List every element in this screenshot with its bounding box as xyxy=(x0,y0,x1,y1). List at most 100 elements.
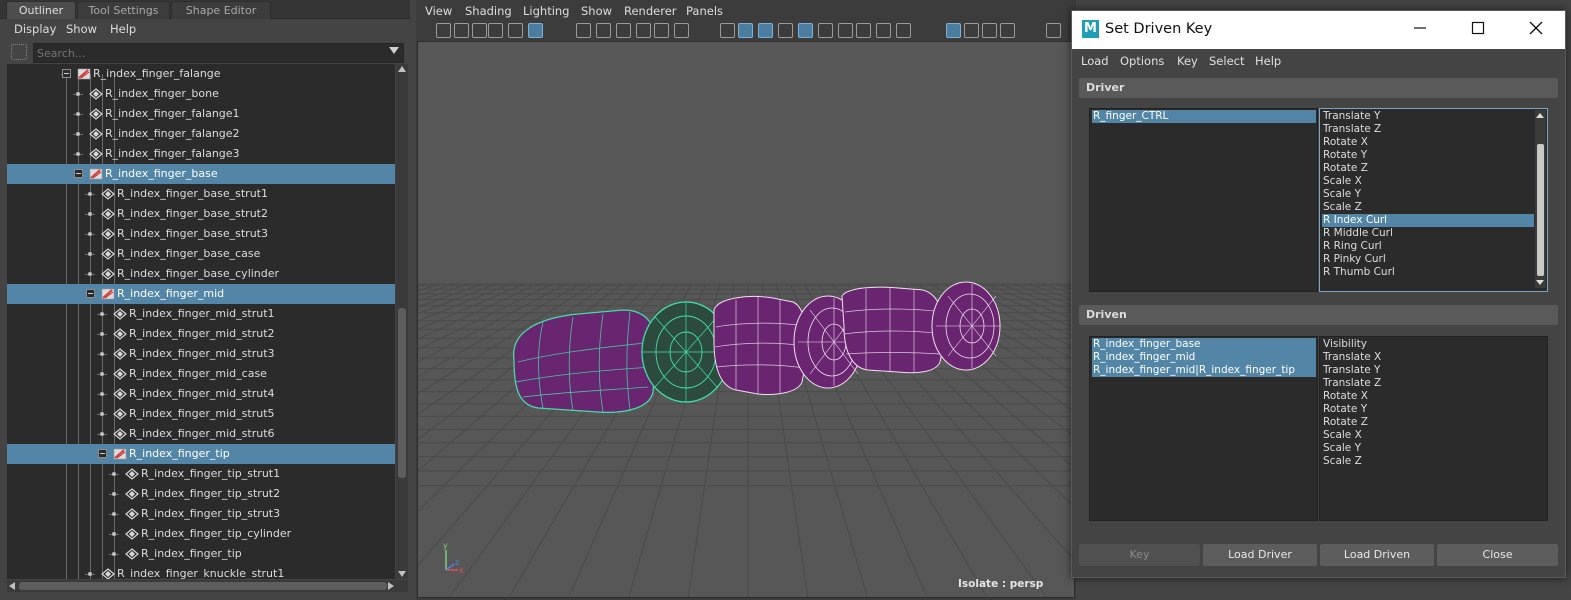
close-icon[interactable] xyxy=(1528,20,1544,36)
menu-options[interactable]: Options xyxy=(1120,54,1164,68)
grid-icon[interactable] xyxy=(528,23,543,38)
outliner-mesh-row[interactable]: R_index_finger_base_case xyxy=(7,244,395,264)
outliner-mesh-row[interactable]: R_index_finger_mid_case xyxy=(7,364,395,384)
outliner-mesh-row[interactable]: R_index_finger_mid_strut3 xyxy=(7,344,395,364)
driven-object-item[interactable]: R_index_finger_mid xyxy=(1092,351,1316,364)
wireframe-icon[interactable] xyxy=(720,23,735,38)
tab-shape-editor[interactable]: Shape Editor xyxy=(171,1,271,19)
viewport-3d-canvas[interactable]: y x z xyxy=(417,41,1075,598)
image-plane-icon[interactable] xyxy=(488,23,503,38)
driven-object-item[interactable]: R_index_finger_base xyxy=(1092,338,1316,351)
collapse-toggle-icon[interactable] xyxy=(74,169,83,178)
driven-attribute-item[interactable]: Translate Z xyxy=(1322,377,1546,390)
outliner-mesh-row[interactable]: R_index_finger_base_strut2 xyxy=(7,204,395,224)
outliner-mesh-row[interactable]: R_index_finger_falange1 xyxy=(7,104,395,124)
safe-title-icon[interactable] xyxy=(674,23,689,38)
xray-components-icon[interactable] xyxy=(1000,23,1015,38)
driven-attribute-item[interactable]: Translate Y xyxy=(1322,364,1546,377)
finger-base-segment[interactable] xyxy=(841,286,945,374)
outliner-mesh-row[interactable]: R_index_finger_mid_strut1 xyxy=(7,304,395,324)
tab-outliner[interactable]: Outliner xyxy=(6,1,76,19)
driven-attribute-item[interactable]: Scale Z xyxy=(1322,455,1546,468)
gate-mask-icon[interactable] xyxy=(616,23,631,38)
outliner-mesh-row[interactable]: R_index_finger_base_strut1 xyxy=(7,184,395,204)
driver-attribute-item[interactable]: R Pinky Curl xyxy=(1322,253,1534,266)
xray-joints-icon[interactable] xyxy=(982,23,997,38)
menu-show[interactable]: Show xyxy=(66,22,97,36)
driver-attribute-item[interactable]: Translate Y xyxy=(1322,110,1534,123)
load-driver-button[interactable]: Load Driver xyxy=(1203,544,1317,566)
driver-section-header[interactable]: Driver xyxy=(1079,78,1558,98)
outliner-mesh-row[interactable]: R_index_finger_bone xyxy=(7,84,395,104)
menu-panels[interactable]: Panels xyxy=(686,4,723,18)
driven-object-list[interactable]: R_index_finger_base R_index_finger_mid R_i… xyxy=(1089,336,1318,521)
driver-attribute-scrollbar[interactable] xyxy=(1535,110,1546,288)
driven-attribute-list[interactable]: Visibility Translate X Translate Y Translat… xyxy=(1319,336,1548,521)
isolate-select-icon[interactable] xyxy=(946,23,961,38)
maximize-icon[interactable] xyxy=(1470,20,1486,36)
driven-attribute-item[interactable]: Rotate Z xyxy=(1322,416,1546,429)
search-options-dropdown-icon[interactable] xyxy=(389,47,399,54)
driver-attribute-list[interactable]: Translate Y Translate Z Rotate X Rotate Y Ro… xyxy=(1319,108,1548,292)
driven-attribute-item[interactable]: Rotate Y xyxy=(1322,403,1546,416)
outliner-vertical-scrollbar[interactable] xyxy=(396,64,408,579)
camera-pan-icon[interactable] xyxy=(1046,23,1061,38)
filter-icon[interactable] xyxy=(11,44,27,60)
close-button[interactable]: Close xyxy=(1437,544,1558,566)
driven-attribute-item[interactable]: Translate X xyxy=(1322,351,1546,364)
outliner-mesh-row[interactable]: R_index_finger_mid_strut5 xyxy=(7,404,395,424)
minimize-icon[interactable] xyxy=(1412,20,1428,36)
outliner-group-row[interactable]: R_index_finger_mid xyxy=(7,284,395,304)
outliner-group-row[interactable]: R_index_finger_falange xyxy=(7,64,395,84)
outliner-mesh-row[interactable]: R_index_finger_mid_strut4 xyxy=(7,384,395,404)
menu-help[interactable]: Help xyxy=(110,22,136,36)
menu-viewport-show[interactable]: Show xyxy=(581,4,612,18)
resolution-gate-icon[interactable] xyxy=(596,23,611,38)
scroll-up-arrow-icon[interactable] xyxy=(398,66,406,72)
ambient-occlusion-icon[interactable] xyxy=(838,23,853,38)
scroll-thumb[interactable] xyxy=(398,308,406,478)
driven-attribute-item[interactable]: Visibility xyxy=(1322,338,1546,351)
outliner-search-input[interactable] xyxy=(33,43,404,63)
driven-attribute-item[interactable]: Scale Y xyxy=(1322,442,1546,455)
use-lights-icon[interactable] xyxy=(798,23,813,38)
finger-joint-cylinder-base[interactable] xyxy=(931,281,1001,371)
wireframe-on-shaded-icon[interactable] xyxy=(758,23,773,38)
outliner-mesh-row[interactable]: R_index_finger_tip_strut2 xyxy=(7,484,395,504)
menu-display[interactable]: Display xyxy=(14,22,56,36)
safe-action-icon[interactable] xyxy=(654,23,669,38)
camera-select-icon[interactable] xyxy=(436,23,451,38)
textured-icon[interactable] xyxy=(778,23,793,38)
key-button[interactable]: Key xyxy=(1079,544,1200,566)
driven-attribute-item[interactable]: Rotate X xyxy=(1322,390,1546,403)
outliner-group-row[interactable]: R_index_finger_base xyxy=(7,164,395,184)
menu-select[interactable]: Select xyxy=(1209,54,1244,68)
driver-attribute-item[interactable]: Rotate Y xyxy=(1322,149,1534,162)
finger-tip-segment[interactable] xyxy=(513,309,657,413)
outliner-mesh-row[interactable]: R_index_finger_tip xyxy=(7,544,395,564)
horizontal-scroll-thumb[interactable] xyxy=(19,582,387,590)
driver-attribute-item[interactable]: Rotate X xyxy=(1322,136,1534,149)
driver-attribute-item[interactable]: Scale X xyxy=(1322,175,1534,188)
driver-attribute-scroll-thumb[interactable] xyxy=(1537,144,1544,276)
outliner-group-row[interactable]: R_index_finger_tip xyxy=(7,444,395,464)
shadows-icon[interactable] xyxy=(818,23,833,38)
driver-attribute-item[interactable]: Scale Y xyxy=(1322,188,1534,201)
driven-attribute-item[interactable]: Scale X xyxy=(1322,429,1546,442)
smooth-shade-icon[interactable] xyxy=(738,23,753,38)
scroll-left-arrow-icon[interactable] xyxy=(9,582,15,590)
window-title-bar[interactable]: M Set Driven Key xyxy=(1072,11,1565,49)
outliner-mesh-row[interactable]: R_index_finger_base_strut3 xyxy=(7,224,395,244)
menu-shading[interactable]: Shading xyxy=(465,4,512,18)
menu-renderer[interactable]: Renderer xyxy=(624,4,677,18)
outliner-mesh-row[interactable]: R_index_finger_tip_strut1 xyxy=(7,464,395,484)
collapse-toggle-icon[interactable] xyxy=(98,449,107,458)
driver-object-list[interactable]: R_finger_CTRL xyxy=(1089,108,1318,292)
driven-section-header[interactable]: Driven xyxy=(1079,305,1558,325)
driver-attribute-item[interactable]: R Middle Curl xyxy=(1322,227,1534,240)
driver-attribute-item[interactable]: Rotate Z xyxy=(1322,162,1534,175)
collapse-toggle-icon[interactable] xyxy=(62,69,71,78)
outliner-mesh-row[interactable]: R_index_finger_mid_strut6 xyxy=(7,424,395,444)
outliner-mesh-row[interactable]: R_index_finger_falange2 xyxy=(7,124,395,144)
finger-mid-segment[interactable] xyxy=(713,296,808,395)
